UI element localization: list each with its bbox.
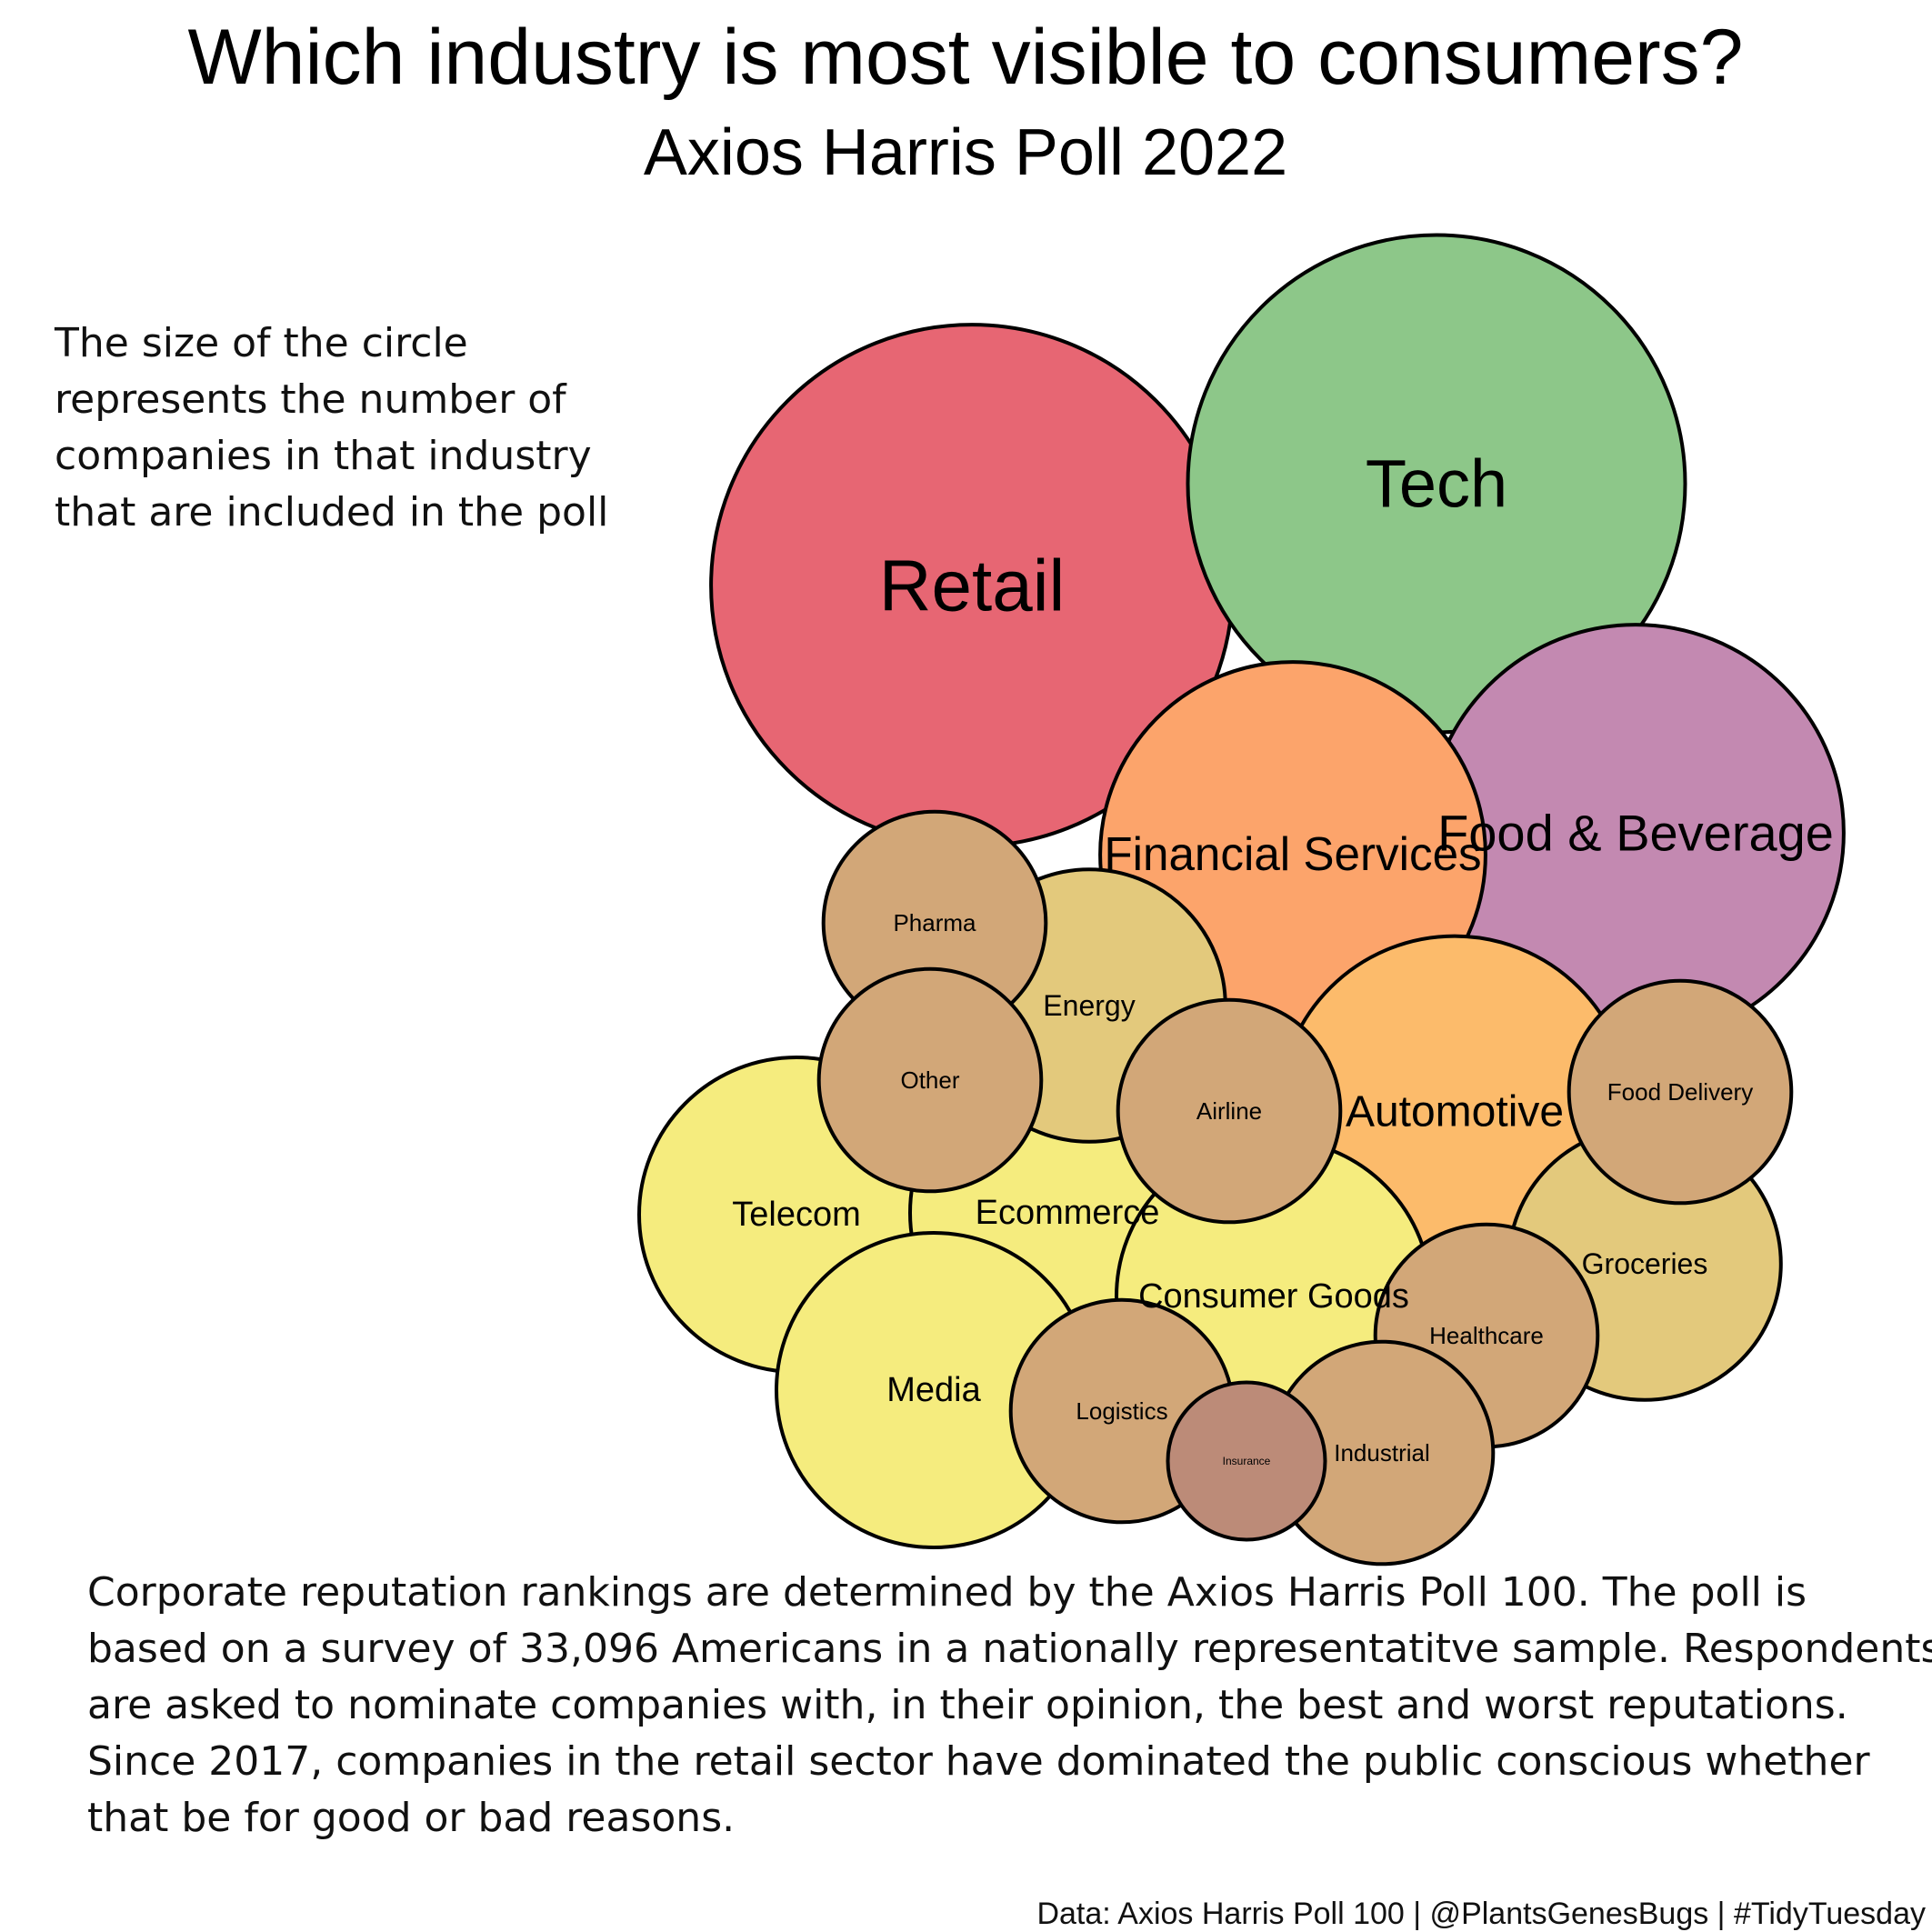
- bubble-label-ecommerce: Ecommerce: [976, 1194, 1160, 1232]
- description-line: Since 2017, companies in the retail sect…: [87, 1738, 1871, 1785]
- bubble-chart: Which industry is most visible to consum…: [54, 14, 1932, 1931]
- bubble-label-media: Media: [886, 1371, 981, 1409]
- description-line: based on a survey of 33,096 Americans in…: [87, 1626, 1932, 1672]
- bubble-label-energy: Energy: [1043, 989, 1135, 1022]
- chart-title: Which industry is most visible to consum…: [187, 14, 1743, 101]
- bubble-label-tech: Tech: [1366, 446, 1507, 522]
- description-line: are asked to nominate companies with, in…: [87, 1682, 1848, 1728]
- chart-subtitle: Axios Harris Poll 2022: [644, 116, 1287, 189]
- bubble-label-logistics: Logistics: [1076, 1397, 1167, 1425]
- bubble-label-telecom: Telecom: [732, 1196, 861, 1234]
- size-note-line: companies in that industry: [55, 433, 592, 479]
- bubble-label-consumer-goods: Consumer Goods: [1138, 1277, 1409, 1316]
- bubble-label-other: Other: [900, 1066, 959, 1094]
- data-caption: Data: Axios Harris Poll 100 | @PlantsGen…: [1036, 1897, 1926, 1931]
- description-line: that be for good or bad reasons.: [87, 1795, 735, 1841]
- bubble-label-food-delivery: Food Delivery: [1607, 1078, 1753, 1106]
- size-note-line: represents the number of: [55, 376, 567, 423]
- bubble-label-healthcare: Healthcare: [1429, 1322, 1544, 1349]
- description-line: Corporate reputation rankings are determ…: [87, 1569, 1807, 1616]
- bubble-group: Retail Tech Food & BeverageFinancial Servi…: [637, 233, 1846, 1567]
- bubble-label-automotive: Automotive: [1346, 1088, 1564, 1136]
- bubble-label-pharma: Pharma: [893, 909, 976, 936]
- size-note-line: The size of the circle: [54, 320, 468, 366]
- bubble-label-insurance: Insurance: [1223, 1455, 1271, 1467]
- bubble-label-airline: Airline: [1196, 1097, 1262, 1125]
- bubble-label-industrial: Industrial: [1334, 1439, 1430, 1467]
- bubble-label-retail: Retail: [879, 546, 1066, 626]
- bubble-label-groceries: Groceries: [1582, 1247, 1708, 1280]
- size-note-line: that are included in the poll: [55, 489, 608, 536]
- bubble-label-food-beverage: Food & Beverage: [1437, 805, 1834, 862]
- bubble-label-financial-services: Financial Services: [1104, 828, 1481, 881]
- description: Corporate reputation rankings are determ…: [87, 1569, 1932, 1841]
- size-note: The size of the circle represents the nu…: [54, 320, 608, 536]
